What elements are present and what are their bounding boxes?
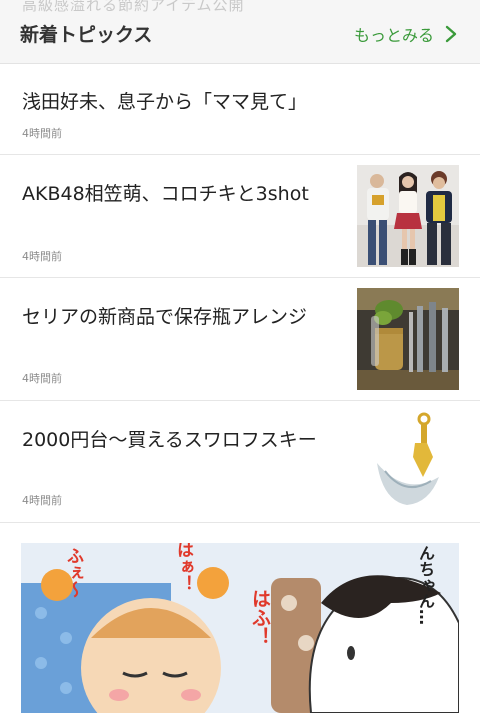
topic-title: 浅田好未、息子から「ママ見て」 [22,91,308,113]
topic-item[interactable]: 2000円台〜買えるスワロフスキー 4時間前 [0,401,480,523]
topic-title: AKB48相笠萌、コロチキと3shot [22,183,309,205]
speech-text-mid: はぁ！ [173,543,193,592]
more-link-label: もっとみる [353,26,434,45]
topic-time: 4時間前 [22,494,62,507]
more-link[interactable]: もっとみる [354,22,458,46]
topic-time: 4時間前 [22,127,62,140]
kitchen-jar-image [357,288,459,390]
topic-time: 4時間前 [22,250,62,263]
topic-item[interactable]: 浅田好未、息子から「ママ見て」 4時間前 [0,65,480,155]
manga-banner-image[interactable]: ふぇ〜 はぁ！ はふ！ んちゃん… [21,543,459,713]
group-photo-image [357,165,459,267]
topics-header: 高級感溢れる節約アイテム公開 新着トピックス もっとみる [0,0,480,64]
topic-item[interactable]: セリアの新商品で保存瓶アレンジ 4時間前 [0,278,480,401]
speech-text-far: んちゃん… [416,545,435,625]
previous-headline-ghost: 高級感溢れる節約アイテム公開 [22,0,245,14]
topic-item[interactable]: AKB48相笠萌、コロチキと3shot 4時間前 [0,155,480,278]
chevron-right-icon [445,25,457,43]
section-title: 新着トピックス [20,24,153,46]
topic-title: 2000円台〜買えるスワロフスキー [22,429,317,451]
earring-image [357,411,459,513]
topic-time: 4時間前 [22,372,62,385]
speech-text-left: ふぇ〜 [63,547,83,598]
topic-title: セリアの新商品で保存瓶アレンジ [22,306,308,328]
speech-text-right: はふ！ [249,589,271,646]
